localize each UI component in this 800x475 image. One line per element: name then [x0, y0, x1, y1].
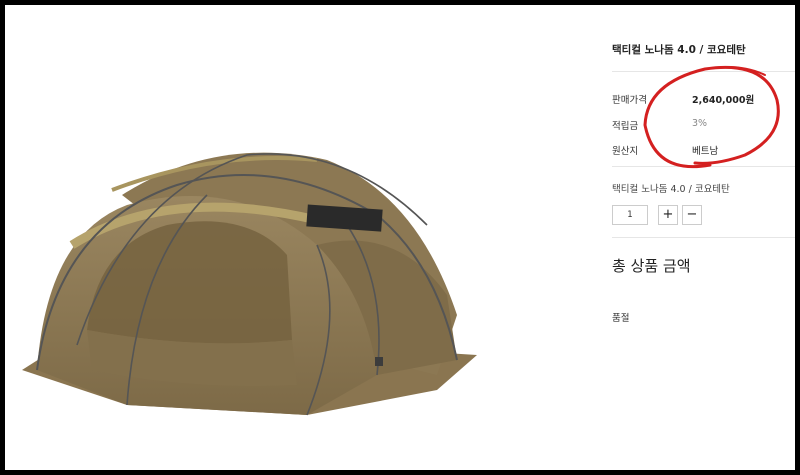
quantity-plus-button[interactable]: +: [658, 205, 678, 225]
quantity-input[interactable]: [612, 205, 648, 225]
selected-option-name: 택티컬 노나돔 4.0 / 코요테탄: [612, 184, 730, 195]
soldout-status: 품절: [612, 313, 630, 324]
points-value: 3%: [692, 118, 708, 129]
price-value: 2,640,000원: [692, 95, 755, 106]
price-label: 판매가격: [612, 95, 647, 106]
total-amount-label: 총 상품 금액: [612, 257, 691, 275]
divider: [612, 71, 795, 72]
product-image: [22, 152, 477, 416]
origin-label: 원산지: [612, 146, 639, 157]
divider: [612, 166, 795, 167]
quantity-minus-button[interactable]: −: [682, 205, 702, 225]
product-title: 택티컬 노나돔 4.0 / 코요테탄: [612, 44, 746, 56]
points-label: 적립금: [612, 121, 639, 132]
origin-value: 베트남: [692, 146, 719, 157]
page-frame: 택티컬 노나돔 4.0 / 코요테탄 판매가격 2,640,000원 적립금 3…: [5, 5, 795, 470]
divider: [612, 237, 795, 238]
product-info-panel: 택티컬 노나돔 4.0 / 코요테탄 판매가격 2,640,000원 적립금 3…: [612, 5, 795, 470]
